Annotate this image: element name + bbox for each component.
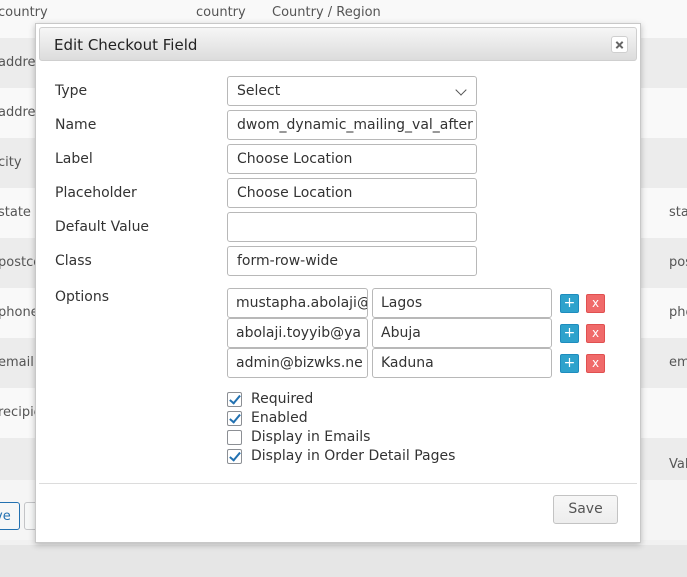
name-field[interactable]: dwom_dynamic_mailing_val_after (227, 110, 477, 140)
default-value-label: Default Value (55, 219, 150, 235)
field-name-cell: pos (669, 255, 687, 270)
remove-option-button[interactable]: x (586, 324, 605, 343)
field-name-cell: em (669, 355, 687, 370)
field-key-cell: state (0, 205, 31, 220)
placeholder-label: Placeholder (55, 185, 137, 201)
label-label: Label (55, 151, 93, 167)
enabled-checkbox[interactable] (227, 411, 242, 426)
display-in-order-detail-checkbox[interactable] (227, 449, 242, 464)
field-label-cell: Country / Region (272, 5, 381, 20)
default-value-field[interactable] (227, 212, 477, 242)
type-select-value: Select (237, 83, 281, 99)
option-value-field[interactable]: Lagos (372, 288, 552, 318)
option-value-field[interactable]: Kaduna (372, 348, 552, 378)
remove-option-button[interactable]: x (586, 354, 605, 373)
required-checkbox[interactable] (227, 392, 242, 407)
chevron-down-icon (455, 84, 467, 96)
display-in-emails-checkbox-label: Display in Emails (251, 429, 371, 445)
field-key-cell: city (0, 155, 22, 170)
type-label: Type (55, 83, 88, 99)
field-key-cell: phone (0, 305, 39, 320)
field-name-cell: Val (669, 457, 687, 472)
options-label: Options (55, 289, 110, 305)
field-type-cell: country (196, 5, 246, 20)
required-checkbox-label: Required (251, 391, 314, 407)
display-in-emails-checkbox[interactable] (227, 430, 242, 445)
field-key-cell: email (0, 355, 34, 370)
option-key-field[interactable]: admin@bizwks.ne (227, 348, 368, 378)
save-button[interactable]: Save (553, 495, 618, 524)
name-label: Name (55, 117, 97, 133)
add-option-button[interactable]: + (560, 294, 579, 313)
field-key-cell: country (0, 5, 48, 20)
add-option-button[interactable]: + (560, 324, 579, 343)
class-field[interactable]: form-row-wide (227, 246, 477, 276)
label-field[interactable]: Choose Location (227, 144, 477, 174)
remove-option-button[interactable]: x (586, 294, 605, 313)
enabled-checkbox-label: Enabled (251, 410, 308, 426)
display-in-order-detail-checkbox-label: Display in Order Detail Pages (251, 448, 456, 464)
placeholder-field[interactable]: Choose Location (227, 178, 477, 208)
close-icon[interactable] (611, 36, 628, 53)
option-key-field[interactable]: abolaji.toyyib@ya (227, 318, 368, 348)
field-name-cell: pho (669, 305, 687, 320)
class-label: Class (55, 253, 92, 269)
page-footer (0, 545, 687, 577)
edit-checkout-field-dialog: Edit Checkout Field Type Select Name dwo… (35, 23, 641, 543)
dialog-title: Edit Checkout Field (54, 36, 198, 54)
save-changes-button[interactable]: ve (0, 502, 20, 530)
dialog-header: Edit Checkout Field (39, 27, 637, 61)
footer-divider (39, 483, 637, 484)
type-select[interactable]: Select (227, 76, 477, 106)
option-key-field[interactable]: mustapha.abolaji@ (227, 288, 368, 318)
add-option-button[interactable]: + (560, 354, 579, 373)
option-value-field[interactable]: Abuja (372, 318, 552, 348)
field-name-cell: sta (669, 205, 687, 220)
